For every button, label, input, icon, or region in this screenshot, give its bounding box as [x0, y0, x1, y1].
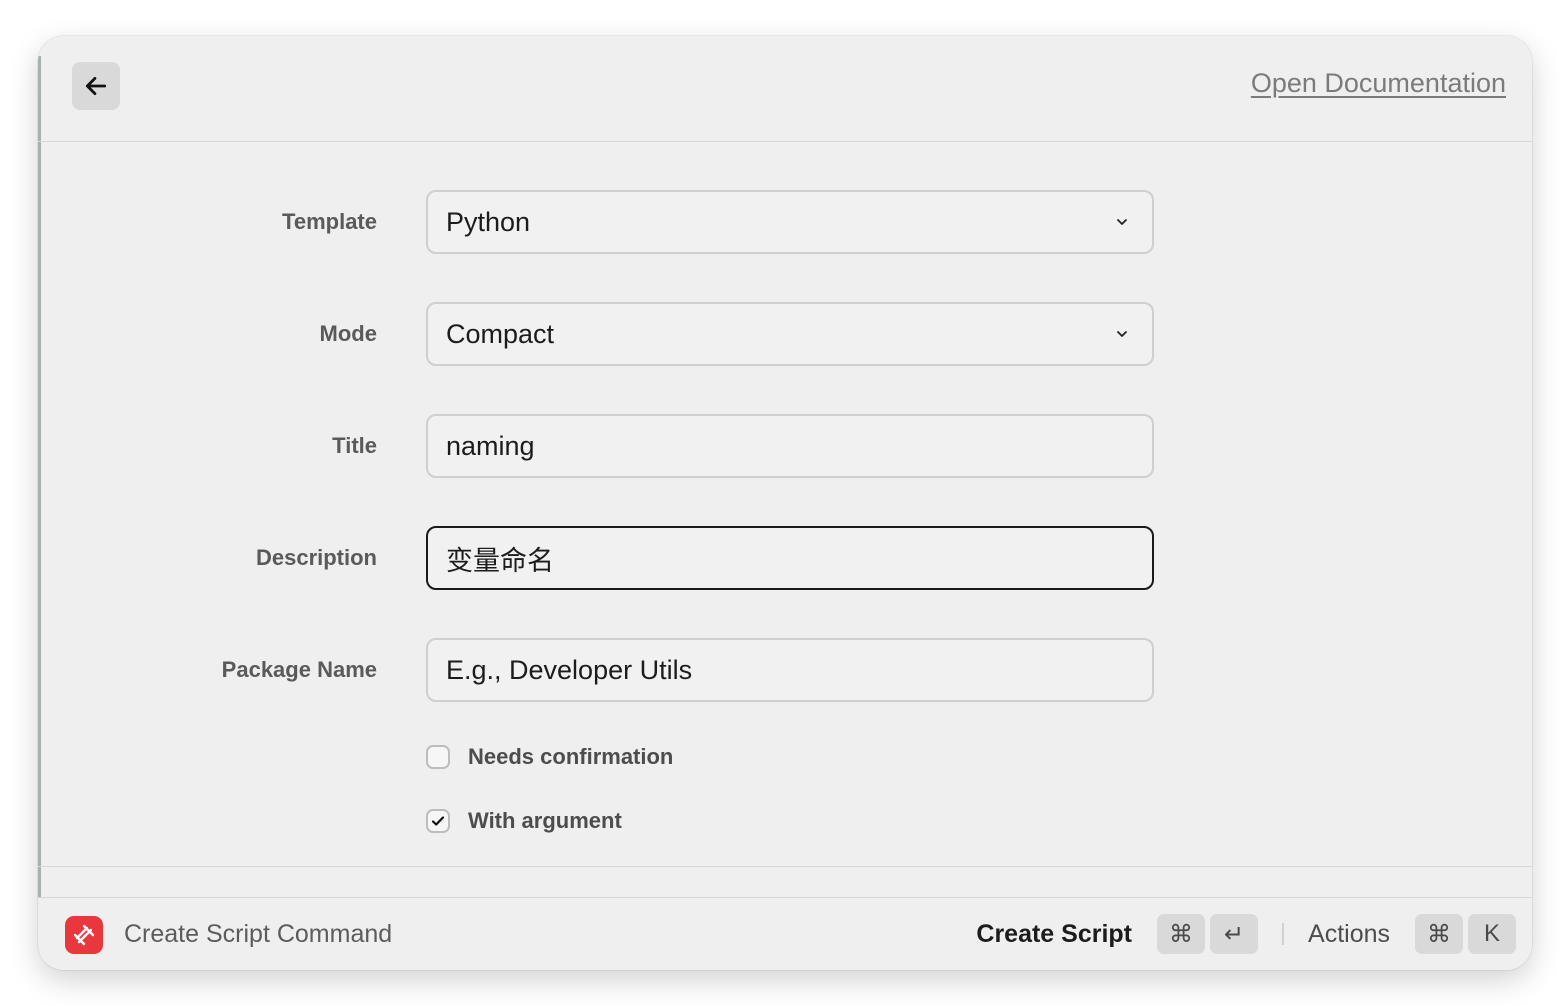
back-button[interactable]	[72, 62, 120, 110]
mode-select[interactable]: Compact	[426, 302, 1154, 366]
package-name-row: Package Name E.g., Developer Utils	[38, 638, 1532, 702]
command-key-icon: ⌘	[1157, 914, 1206, 954]
description-row: Description 变量命名	[38, 526, 1532, 590]
script-form: Template Python Mode Compact Title namin…	[38, 142, 1532, 866]
description-value: 变量命名	[446, 545, 554, 576]
header-bar: Open Documentation	[38, 36, 1532, 142]
action-bar: Create Script Command Create Script ⌘ ↵ …	[38, 897, 1532, 970]
package-name-input[interactable]: E.g., Developer Utils	[426, 638, 1154, 702]
title-value: naming	[446, 430, 535, 461]
mode-value: Compact	[446, 318, 555, 349]
title-input[interactable]: naming	[426, 414, 1154, 478]
checkmark-icon	[431, 816, 445, 826]
description-label: Description	[255, 545, 377, 570]
footer-separator	[1282, 923, 1285, 945]
template-value: Python	[446, 206, 531, 237]
arrow-left-icon	[85, 77, 107, 95]
package-name-placeholder: E.g., Developer Utils	[446, 654, 693, 685]
open-documentation-link[interactable]: Open Documentation	[1251, 68, 1506, 99]
template-select[interactable]: Python	[426, 190, 1154, 254]
needs-confirmation-row: Needs confirmation	[426, 742, 673, 772]
create-script-window: Open Documentation Template Python Mode …	[38, 36, 1532, 970]
chevron-down-icon	[1117, 219, 1127, 225]
template-label: Template	[282, 209, 377, 234]
title-label: Title	[332, 433, 377, 458]
with-argument-checkbox[interactable]	[426, 809, 450, 833]
title-row: Title naming	[38, 414, 1532, 478]
with-argument-row: With argument	[426, 806, 622, 836]
create-script-button[interactable]: Create Script	[976, 920, 1132, 949]
mode-label: Mode	[319, 321, 377, 346]
needs-confirmation-checkbox[interactable]	[426, 745, 450, 769]
footer-actions: Create Script ⌘ ↵ Actions ⌘ K	[976, 898, 1516, 970]
template-row: Template Python	[38, 190, 1532, 254]
command-title: Create Script Command	[124, 920, 393, 948]
script-command-app-icon	[65, 916, 103, 954]
k-key: K	[1468, 914, 1516, 954]
description-input[interactable]: 变量命名	[426, 526, 1154, 590]
actions-button[interactable]: Actions	[1308, 920, 1390, 949]
with-argument-label: With argument	[468, 808, 622, 833]
megaphone-icon	[73, 924, 95, 946]
content-divider	[38, 866, 1532, 867]
needs-confirmation-label: Needs confirmation	[468, 744, 674, 769]
mode-row: Mode Compact	[38, 302, 1532, 366]
command-key-icon: ⌘	[1415, 914, 1463, 954]
chevron-down-icon	[1117, 331, 1127, 337]
return-key-icon: ↵	[1210, 914, 1259, 954]
package-name-label: Package Name	[221, 657, 377, 682]
